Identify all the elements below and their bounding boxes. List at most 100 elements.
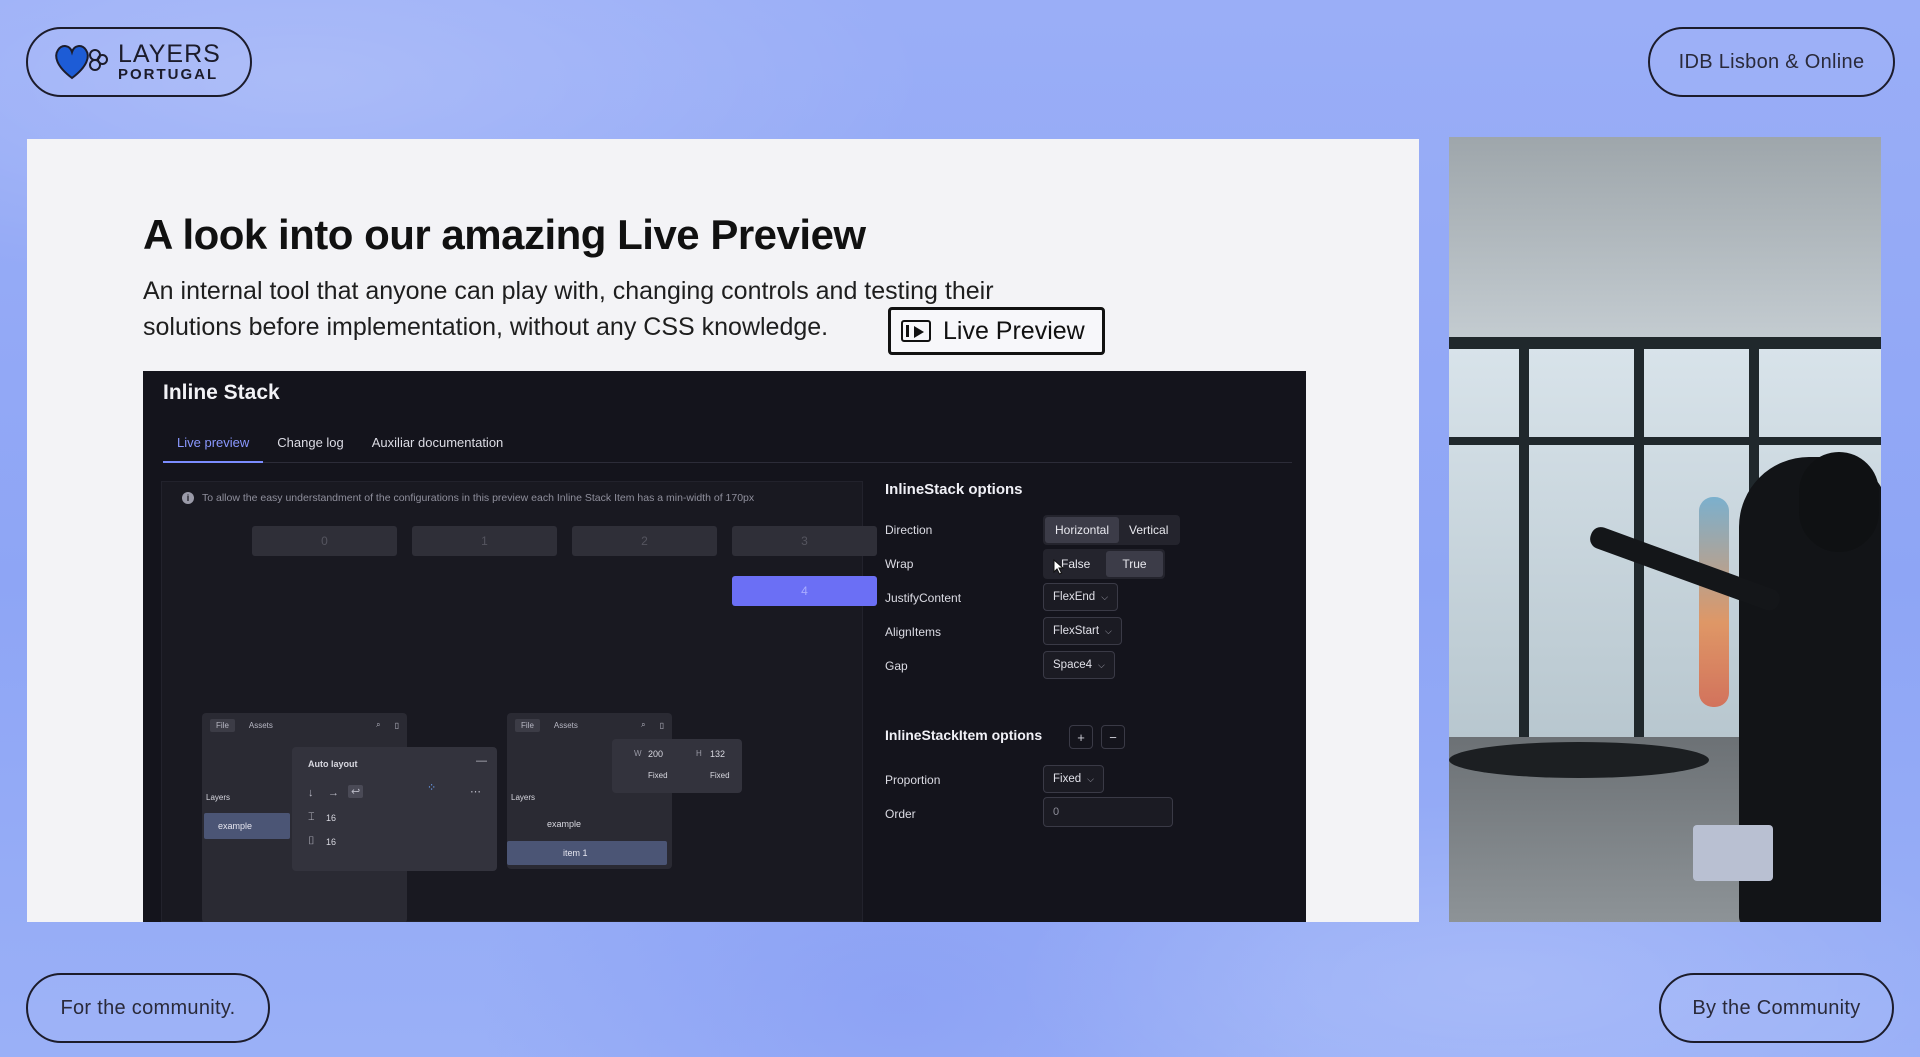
more-icon: ⋯ xyxy=(470,786,481,798)
width-mode: Fixed xyxy=(648,771,668,780)
decoration xyxy=(1699,497,1729,707)
auto-layout-title: Auto layout xyxy=(308,759,358,769)
gap-select[interactable]: Space4 ⌵ xyxy=(1043,651,1115,679)
event-logo: LAYERS PORTUGAL xyxy=(26,27,252,97)
speaker-camera-feed xyxy=(1449,137,1881,922)
mini-layers-label: Layers xyxy=(206,793,231,802)
height-value: 132 xyxy=(710,749,726,759)
cursor-icon xyxy=(1053,559,1065,575)
inlinestackitem-options-heading: InlineStackItem options xyxy=(885,727,1043,743)
logo-subtitle: PORTUGAL xyxy=(118,66,219,83)
add-item-button[interactable]: + xyxy=(1069,725,1093,749)
window-frame xyxy=(1519,337,1529,737)
speaker-head xyxy=(1799,452,1879,552)
justify-content-value: FlexEnd xyxy=(1053,591,1096,603)
heart-logo-icon xyxy=(55,45,108,80)
wrap-true-button[interactable]: True xyxy=(1106,551,1163,577)
mini-panel-header: File Assets ⌕ ▯ xyxy=(507,713,672,737)
options-panel: InlineStack options Direction Horizontal… xyxy=(885,481,1295,922)
table xyxy=(1449,742,1709,778)
minus-icon: — xyxy=(476,755,487,767)
live-preview-button-label: Live Preview xyxy=(943,316,1085,345)
padding-value: 16 xyxy=(326,837,337,847)
mini-tab-assets: Assets xyxy=(553,720,578,730)
mini-layer-example: example xyxy=(547,819,582,829)
spacing-icon: ⌶ xyxy=(308,811,315,823)
wrap-icon: ↩ xyxy=(348,785,364,798)
search-icon: ⌕ xyxy=(641,720,646,729)
tab-auxiliar-documentation[interactable]: Auxiliar documentation xyxy=(358,427,518,463)
tab-change-log[interactable]: Change log xyxy=(263,427,358,463)
live-preview-screenshot: Inline Stack Live preview Change log Aux… xyxy=(143,371,1306,922)
mini-selected-layer: example xyxy=(204,813,290,839)
presentation-slide: A look into our amazing Live Preview An … xyxy=(27,139,1419,922)
size-popover: W 200 H 132 Fixed Fixed xyxy=(612,739,742,793)
window-frame xyxy=(1449,337,1881,349)
tagline-left: For the community. xyxy=(26,973,270,1043)
stack-item-highlight: 4 xyxy=(732,576,877,606)
gap-value: Space4 xyxy=(1053,659,1093,671)
ceiling xyxy=(1449,137,1881,347)
mini-selected-layer: item 1 xyxy=(507,841,667,865)
direction-vertical-button[interactable]: Vertical xyxy=(1119,517,1178,543)
logo-title: LAYERS xyxy=(118,40,221,68)
search-icon: ⌕ xyxy=(376,720,381,729)
chevron-down-icon: ⌵ xyxy=(1087,773,1094,784)
height-label: H xyxy=(696,749,702,758)
mini-tab-file: File xyxy=(515,718,540,732)
proportion-label: Proportion xyxy=(885,773,941,787)
window-frame xyxy=(1634,337,1644,737)
mini-layers-label: Layers xyxy=(511,793,536,802)
info-note: i To allow the easy understandment of th… xyxy=(182,492,754,504)
wrap-label: Wrap xyxy=(885,557,914,571)
slide-subtitle: An internal tool that anyone can play wi… xyxy=(143,277,994,341)
live-preview-button[interactable]: Live Preview xyxy=(888,307,1105,355)
remove-item-button[interactable]: − xyxy=(1101,725,1125,749)
direction-horizontal-button[interactable]: Horizontal xyxy=(1045,517,1120,543)
play-screen-icon xyxy=(901,320,931,342)
stack-item: 0 xyxy=(252,526,397,556)
align-items-value: FlexStart xyxy=(1053,625,1100,637)
chevron-down-icon: ⌵ xyxy=(1098,659,1105,670)
alignment-grid-icon: ⁘ xyxy=(427,782,437,794)
padding-icon: ⌷ xyxy=(308,835,315,847)
tool-tabs: Live preview Change log Auxiliar documen… xyxy=(163,427,1292,463)
order-label: Order xyxy=(885,807,916,821)
proportion-value: Fixed xyxy=(1053,773,1082,785)
justify-content-label: JustifyContent xyxy=(885,591,962,605)
info-icon: i xyxy=(182,492,194,504)
tab-live-preview[interactable]: Live preview xyxy=(163,427,264,463)
chevron-down-icon: ⌵ xyxy=(1101,591,1109,602)
stack-item: 2 xyxy=(572,526,717,556)
mini-panel-header: File Assets ⌕ ▯ xyxy=(202,713,407,737)
auto-layout-popover: Auto layout — ↓ → ↩ ⁘ ⋯ ⌶ 16 ⌷ 16 xyxy=(292,747,497,871)
spacing-value: 16 xyxy=(326,813,337,823)
book-icon: ▯ xyxy=(394,720,399,730)
width-label: W xyxy=(634,749,642,758)
align-items-label: AlignItems xyxy=(885,625,942,639)
chevron-down-icon: ⌵ xyxy=(1105,625,1112,636)
order-input[interactable]: 0 xyxy=(1043,797,1173,827)
book-icon: ▯ xyxy=(659,720,664,730)
info-text: To allow the easy understandment of the … xyxy=(202,492,755,504)
align-items-select[interactable]: FlexStart ⌵ xyxy=(1043,617,1122,645)
inlinestack-options-heading: InlineStack options xyxy=(885,481,1023,498)
width-value: 200 xyxy=(648,749,664,759)
proportion-select[interactable]: Fixed ⌵ xyxy=(1043,765,1104,793)
mini-tab-file: File xyxy=(210,718,235,732)
mini-tab-assets: Assets xyxy=(248,720,273,730)
arrow-down-icon: ↓ xyxy=(308,787,314,799)
direction-label: Direction xyxy=(885,523,933,537)
tagline-right: By the Community xyxy=(1659,973,1894,1043)
stack-item: 3 xyxy=(732,526,877,556)
speaker-badge xyxy=(1693,825,1773,881)
tool-title: Inline Stack xyxy=(163,381,280,404)
height-mode: Fixed xyxy=(710,771,730,780)
slide-title: A look into our amazing Live Preview xyxy=(143,211,866,258)
venue-badge: IDB Lisbon & Online xyxy=(1648,27,1895,97)
arrow-right-icon: → xyxy=(328,787,339,799)
gap-label: Gap xyxy=(885,659,908,673)
justify-content-select[interactable]: FlexEnd ⌵ xyxy=(1043,583,1119,611)
stack-item: 1 xyxy=(412,526,557,556)
preview-canvas: i To allow the easy understandment of th… xyxy=(161,481,877,922)
